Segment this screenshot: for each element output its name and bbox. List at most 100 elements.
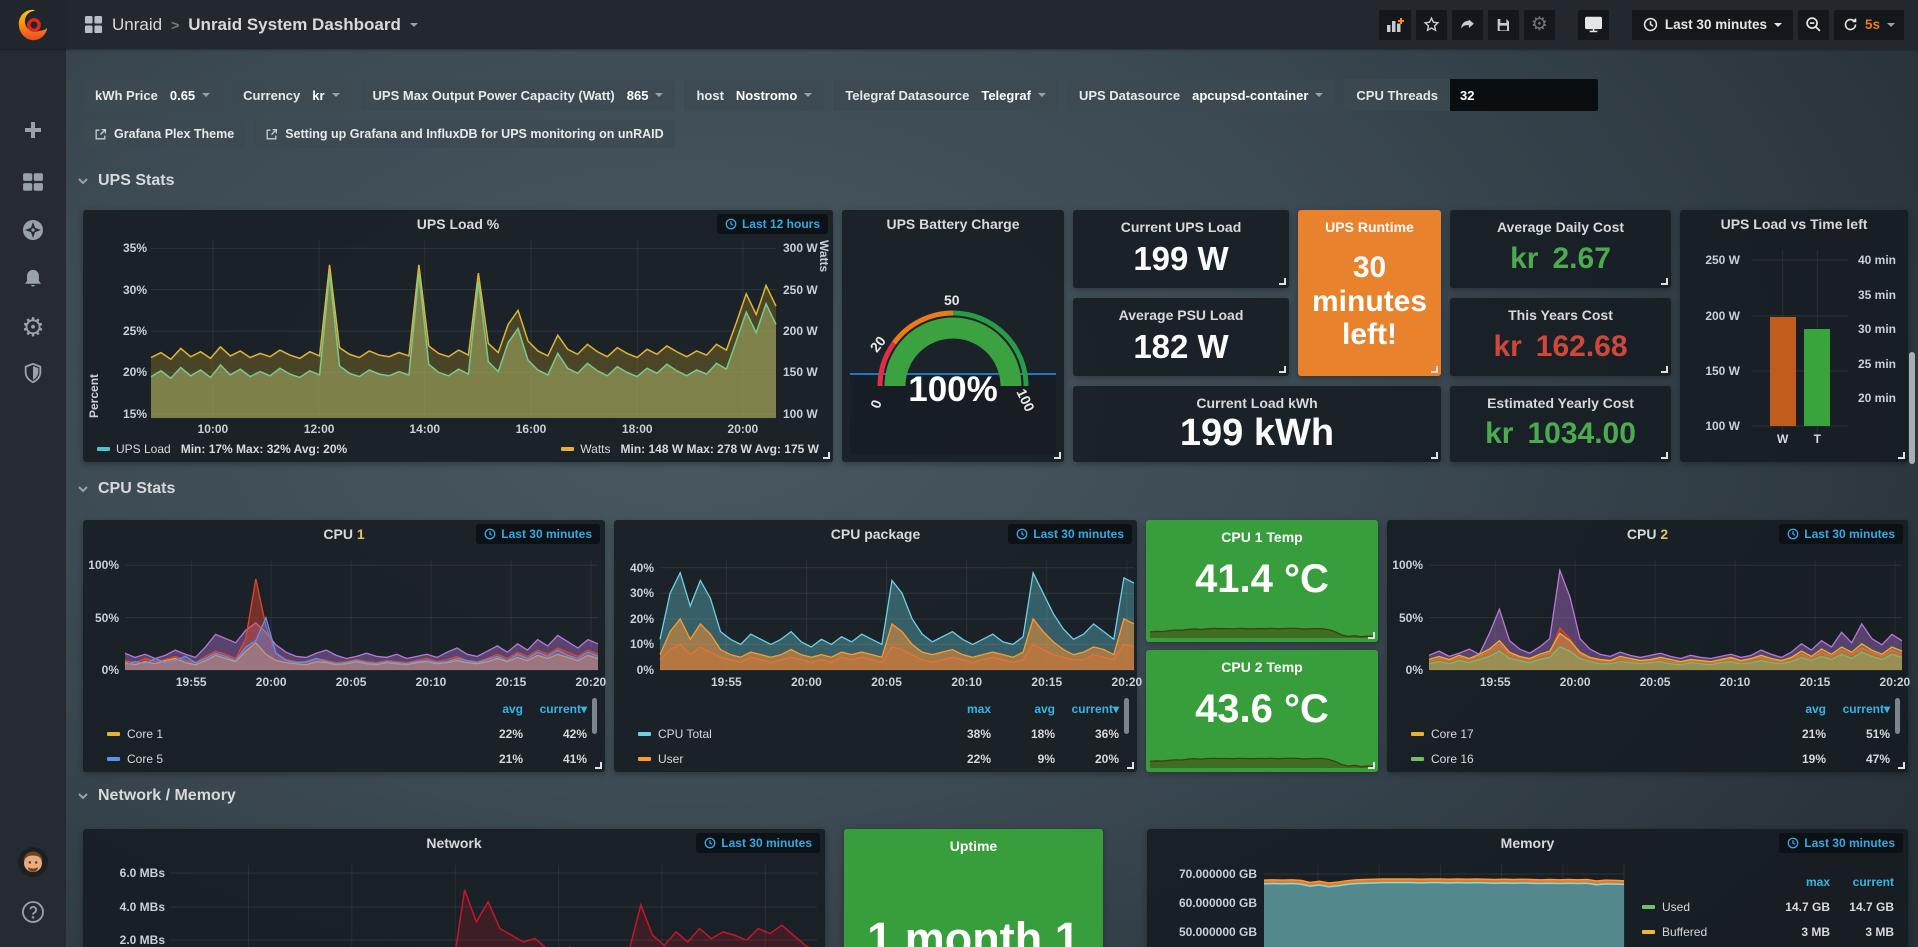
legend-column-header[interactable]: max — [927, 702, 991, 716]
grafana-logo[interactable] — [0, 0, 66, 49]
create-menu-item[interactable] — [18, 115, 48, 145]
panel-resize-handle[interactable] — [1127, 762, 1134, 769]
time-override-badge[interactable]: Last 30 minutes — [1779, 833, 1903, 853]
zoom-out-button[interactable] — [1798, 10, 1829, 40]
variable-currency[interactable]: Currency kr — [231, 80, 351, 111]
legend-series-name[interactable]: Core 17 — [1411, 727, 1762, 741]
link-grafana-plex-theme[interactable]: Grafana Plex Theme — [83, 120, 245, 148]
stat-title[interactable]: CPU 2 Temp — [1221, 659, 1302, 675]
panel-title[interactable]: UPS Load % — [123, 216, 793, 232]
breadcrumb-page-title[interactable]: Unraid System Dashboard — [188, 15, 401, 35]
dashboard-settings-button[interactable]: ⚙ — [1524, 10, 1555, 40]
panel-title[interactable]: Memory — [1187, 835, 1868, 851]
legend-series-name[interactable]: Used — [1642, 900, 1766, 914]
legend-scrollbar[interactable] — [592, 698, 597, 734]
panel-resize-handle[interactable] — [1368, 632, 1375, 639]
panel-resize-handle[interactable] — [1431, 366, 1438, 373]
time-override-badge[interactable]: Last 30 minutes — [1779, 524, 1903, 544]
dashboards-menu-item[interactable] — [18, 167, 48, 197]
legend-series-name[interactable]: Buffered — [1642, 925, 1766, 939]
time-range-picker[interactable]: Last 30 minutes — [1632, 10, 1793, 40]
star-dashboard-button[interactable] — [1416, 10, 1447, 40]
user-avatar[interactable] — [18, 847, 48, 877]
stat-title[interactable]: Average Daily Cost — [1497, 219, 1624, 235]
variable-kwh-price[interactable]: kWh Price 0.65 — [83, 80, 222, 111]
panel-title[interactable]: UPS Load vs Time left — [1688, 216, 1900, 232]
stat-title[interactable]: UPS Runtime — [1325, 219, 1414, 235]
time-override-badge[interactable]: Last 30 minutes — [1008, 524, 1132, 544]
stat-title[interactable]: Uptime — [950, 838, 997, 854]
cpu-threads-input[interactable] — [1450, 79, 1598, 111]
legend-column-header[interactable]: avg — [991, 702, 1055, 716]
panel-resize-handle[interactable] — [1661, 278, 1668, 285]
memory-chart[interactable] — [1264, 865, 1624, 947]
legend-column-header[interactable]: current — [1830, 875, 1894, 889]
bar-t[interactable] — [1804, 329, 1830, 426]
variable-ups-datasource[interactable]: UPS Datasource apcupsd-container — [1067, 80, 1335, 111]
legend-column-header[interactable]: avg — [1762, 702, 1826, 716]
server-admin-menu-item[interactable] — [18, 358, 48, 388]
cpu2-chart[interactable] — [1429, 560, 1902, 670]
panel-resize-handle[interactable] — [1368, 762, 1375, 769]
panel-resize-handle[interactable] — [1661, 366, 1668, 373]
cpu-package-chart[interactable] — [660, 560, 1134, 670]
help-menu-item[interactable] — [18, 897, 48, 927]
panel-resize-handle[interactable] — [1898, 762, 1905, 769]
variable-host[interactable]: host Nostromo — [684, 80, 824, 111]
configuration-menu-item[interactable]: ⚙ — [18, 312, 48, 342]
stat-title[interactable]: This Years Cost — [1508, 307, 1613, 323]
variable-telegraf-datasource[interactable]: Telegraf Datasource Telegraf — [833, 80, 1058, 111]
bar-w[interactable] — [1770, 317, 1796, 426]
cpu1-chart[interactable] — [125, 560, 598, 670]
legend-column-header[interactable]: avg — [459, 702, 523, 716]
share-dashboard-button[interactable] — [1452, 10, 1483, 40]
legend-series-name[interactable]: Core 1 — [107, 727, 459, 741]
panel-resize-handle[interactable] — [595, 762, 602, 769]
breadcrumb-app[interactable]: Unraid — [112, 15, 162, 35]
panel-resize-handle[interactable] — [1661, 452, 1668, 459]
ups-load-chart[interactable] — [151, 240, 776, 418]
network-chart[interactable] — [171, 865, 817, 947]
stat-title[interactable]: CPU 1 Temp — [1221, 529, 1302, 545]
page-scrollbar[interactable] — [1909, 352, 1915, 464]
panel-resize-handle[interactable] — [1898, 452, 1905, 459]
explore-menu-item[interactable] — [18, 215, 48, 245]
refresh-picker[interactable]: 5s — [1834, 10, 1904, 40]
legend-scrollbar[interactable] — [1124, 698, 1129, 734]
axis-tick: 20:05 — [336, 675, 367, 689]
stat-title[interactable]: Current UPS Load — [1121, 219, 1242, 235]
panel-resize-handle[interactable] — [1279, 278, 1286, 285]
panel-resize-handle[interactable] — [1054, 452, 1061, 459]
legend-watts[interactable]: Watts Min: 148 W Max: 278 W Avg: 175 W — [561, 442, 819, 456]
legend-series-name[interactable]: Core 5 — [107, 752, 459, 766]
stat-title[interactable]: Current Load kWh — [1196, 395, 1317, 411]
legend-column-header[interactable]: max — [1766, 875, 1830, 889]
legend-scrollbar[interactable] — [1895, 698, 1900, 734]
legend-series-name[interactable]: User — [638, 752, 927, 766]
time-override-badge[interactable]: Last 30 minutes — [476, 524, 600, 544]
stat-title[interactable]: Average PSU Load — [1119, 307, 1244, 323]
variable-ups-max-output[interactable]: UPS Max Output Power Capacity (Watt) 865 — [361, 80, 676, 111]
panel-title[interactable]: Network — [123, 835, 785, 851]
legend-column-header[interactable]: current▾ — [1055, 702, 1119, 716]
legend-ups-load[interactable]: UPS Load Min: 17% Max: 32% Avg: 20% — [97, 442, 347, 456]
add-panel-button[interactable] — [1379, 10, 1411, 40]
panel-resize-handle[interactable] — [1279, 366, 1286, 373]
alerting-menu-item[interactable] — [18, 264, 48, 294]
legend-series-name[interactable]: CPU Total — [638, 727, 927, 741]
section-ups-stats[interactable]: UPS Stats — [76, 172, 174, 190]
time-override-badge[interactable]: Last 30 minutes — [696, 833, 820, 853]
link-ups-monitoring-guide[interactable]: Setting up Grafana and InfluxDB for UPS … — [254, 120, 674, 148]
panel-resize-handle[interactable] — [1431, 452, 1438, 459]
legend-column-header[interactable]: current▾ — [1826, 702, 1890, 716]
cycle-view-mode-button[interactable] — [1578, 10, 1609, 40]
stat-title[interactable]: Estimated Yearly Cost — [1487, 395, 1634, 411]
panel-resize-handle[interactable] — [823, 452, 830, 459]
legend-series-name[interactable]: Core 16 — [1411, 752, 1762, 766]
section-cpu-stats[interactable]: CPU Stats — [76, 480, 175, 498]
legend-column-header[interactable]: current▾ — [523, 702, 587, 716]
section-network-memory[interactable]: Network / Memory — [76, 787, 236, 805]
time-override-badge[interactable]: Last 12 hours — [717, 214, 828, 234]
chevron-down-icon[interactable] — [410, 23, 418, 27]
save-dashboard-button[interactable] — [1488, 10, 1519, 40]
